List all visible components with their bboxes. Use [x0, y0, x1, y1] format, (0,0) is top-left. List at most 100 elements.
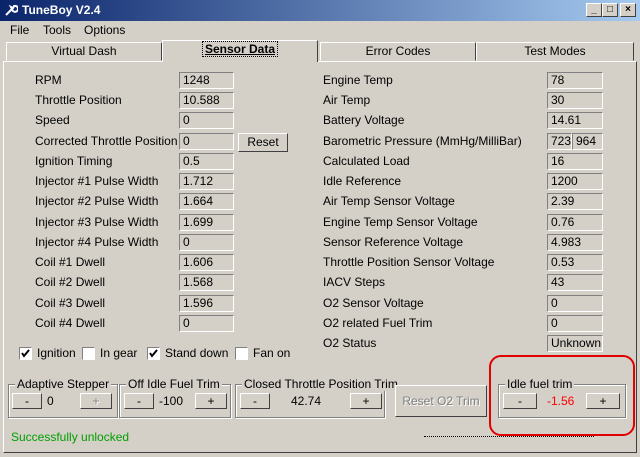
minimize-button[interactable]: _: [586, 3, 602, 17]
checkmark-icon: [21, 349, 30, 358]
sensor-reference-voltage-value: 4.983: [547, 234, 603, 251]
coil-4-dwell-value: 0: [179, 315, 234, 332]
idle-fuel-trim-plus-button[interactable]: +: [586, 393, 620, 409]
air-temp-value: 30: [547, 92, 603, 109]
speed-value: 0: [179, 112, 234, 129]
closed-throttle-value: 42.74: [291, 394, 322, 408]
ignition-checkbox[interactable]: [19, 347, 32, 360]
reset-o2-trim-button[interactable]: Reset O2 Trim: [395, 385, 487, 417]
tab-error-codes[interactable]: Error Codes: [320, 42, 476, 61]
off-idle-plus-button[interactable]: +: [195, 393, 227, 409]
adaptive-stepper-minus-button[interactable]: -: [12, 393, 42, 409]
fan-on-label: Fan on: [253, 346, 291, 360]
barometric-pressure-mmhg-millibar-label: Barometric Pressure (MmHg/MilliBar): [323, 134, 522, 148]
coil-3-dwell-label: Coil #3 Dwell: [35, 296, 106, 310]
idle-fuel-trim-title: Idle fuel trim: [505, 377, 575, 391]
coil-2-dwell-label: Coil #2 Dwell: [35, 275, 106, 289]
adaptive-stepper-plus-button[interactable]: +: [80, 393, 112, 409]
engine-temp-sensor-voltage-value: 0.76: [547, 214, 603, 231]
tab-virtual-dash[interactable]: Virtual Dash: [6, 42, 162, 61]
throttle-position-sensor-voltage-value: 0.53: [547, 254, 603, 271]
injector-4-pulse-width-label: Injector #4 Pulse Width: [35, 235, 159, 249]
sensor-reference-voltage-label: Sensor Reference Voltage: [323, 235, 464, 249]
idle-reference-value: 1200: [547, 173, 603, 190]
closed-throttle-trim-title: Closed Throttle Position Trim: [242, 377, 400, 391]
calculated-load-label: Calculated Load: [323, 154, 410, 168]
battery-voltage-label: Battery Voltage: [323, 113, 405, 127]
engine-temp-sensor-voltage-label: Engine Temp Sensor Voltage: [323, 215, 478, 229]
injector-1-pulse-width-value: 1.712: [179, 173, 234, 190]
off-idle-fuel-trim-title: Off Idle Fuel Trim: [126, 377, 222, 391]
air-temp-label: Air Temp: [323, 93, 371, 107]
throttle-position-sensor-voltage-label: Throttle Position Sensor Voltage: [323, 255, 495, 269]
injector-2-pulse-width-label: Injector #2 Pulse Width: [35, 194, 159, 208]
tab-label: Error Codes: [365, 44, 431, 58]
throttle-position-value: 10.588: [179, 92, 234, 109]
injector-3-pulse-width-label: Injector #3 Pulse Width: [35, 215, 159, 229]
engine-temp-value: 78: [547, 72, 603, 89]
throttle-position-label: Throttle Position: [35, 93, 122, 107]
wrench-icon: [5, 4, 18, 16]
tab-label: Virtual Dash: [51, 44, 117, 58]
menu-options[interactable]: Options: [84, 23, 125, 37]
maximize-button[interactable]: □: [602, 3, 618, 17]
corrected-throttle-position-value: 0: [179, 133, 234, 150]
o2-status-label: O2 Status: [323, 336, 377, 350]
ignition-timing-label: Ignition Timing: [35, 154, 113, 168]
engine-temp-label: Engine Temp: [323, 73, 393, 87]
calculated-load-value: 16: [547, 153, 603, 170]
injector-2-pulse-width-value: 1.664: [179, 193, 234, 210]
idle-fuel-trim-value: -1.56: [547, 394, 575, 408]
ignition-timing-value: 0.5: [179, 153, 234, 170]
rpm-label: RPM: [35, 73, 62, 87]
off-idle-value: -100: [159, 394, 184, 408]
fan-on-checkbox[interactable]: [235, 347, 248, 360]
ignition-label: Ignition: [37, 346, 76, 360]
progress-dots: [424, 436, 594, 437]
tab-sensor-data[interactable]: Sensor Data: [162, 40, 318, 62]
reset-button[interactable]: Reset: [238, 133, 288, 152]
tab-label: Sensor Data: [201, 41, 279, 57]
corrected-throttle-position-label: Corrected Throttle Position: [35, 134, 178, 148]
title-bar[interactable]: TuneBoy V2.4 _ □ ×: [0, 0, 640, 21]
injector-1-pulse-width-label: Injector #1 Pulse Width: [35, 174, 159, 188]
closed-throttle-minus-button[interactable]: -: [240, 393, 270, 409]
battery-voltage-value: 14.61: [547, 112, 603, 129]
injector-4-pulse-width-value: 0: [179, 234, 234, 251]
coil-3-dwell-value: 1.596: [179, 295, 234, 312]
air-temp-sensor-voltage-value: 2.39: [547, 193, 603, 210]
stand-down-label: Stand down: [165, 346, 229, 360]
o2-status-value: Unknown: [547, 335, 603, 352]
o2-sensor-voltage-value: 0: [547, 295, 603, 312]
rpm-value: 1248: [179, 72, 234, 89]
checkmark-icon: [149, 349, 158, 358]
adaptive-stepper-title: Adaptive Stepper: [15, 377, 112, 391]
speed-label: Speed: [35, 113, 70, 127]
menu-tools[interactable]: Tools: [43, 23, 71, 37]
barometric-millibar-value: 964: [572, 133, 603, 150]
coil-1-dwell-label: Coil #1 Dwell: [35, 255, 106, 269]
coil-2-dwell-value: 1.568: [179, 274, 234, 291]
off-idle-minus-button[interactable]: -: [124, 393, 154, 409]
tab-label: Test Modes: [524, 44, 586, 58]
iacv-steps-label: IACV Steps: [323, 275, 386, 289]
menu-bar: File Tools Options: [0, 21, 640, 40]
iacv-steps-value: 43: [547, 274, 603, 291]
idle-reference-label: Idle Reference: [323, 174, 402, 188]
adaptive-stepper-value: 0: [47, 394, 54, 408]
idle-fuel-trim-minus-button[interactable]: -: [503, 393, 537, 409]
in-gear-label: In gear: [100, 346, 138, 360]
coil-1-dwell-value: 1.606: [179, 254, 234, 271]
o2-sensor-voltage-label: O2 Sensor Voltage: [323, 296, 424, 310]
window-title: TuneBoy V2.4: [22, 3, 101, 17]
close-button[interactable]: ×: [620, 3, 636, 17]
tab-test-modes[interactable]: Test Modes: [476, 42, 634, 61]
o2-related-fuel-trim-label: O2 related Fuel Trim: [323, 316, 433, 330]
stand-down-checkbox[interactable]: [147, 347, 160, 360]
menu-file[interactable]: File: [10, 23, 29, 37]
coil-4-dwell-label: Coil #4 Dwell: [35, 316, 106, 330]
closed-throttle-plus-button[interactable]: +: [350, 393, 382, 409]
air-temp-sensor-voltage-label: Air Temp Sensor Voltage: [323, 194, 455, 208]
status-message: Successfully unlocked: [11, 430, 130, 444]
in-gear-checkbox[interactable]: [82, 347, 95, 360]
